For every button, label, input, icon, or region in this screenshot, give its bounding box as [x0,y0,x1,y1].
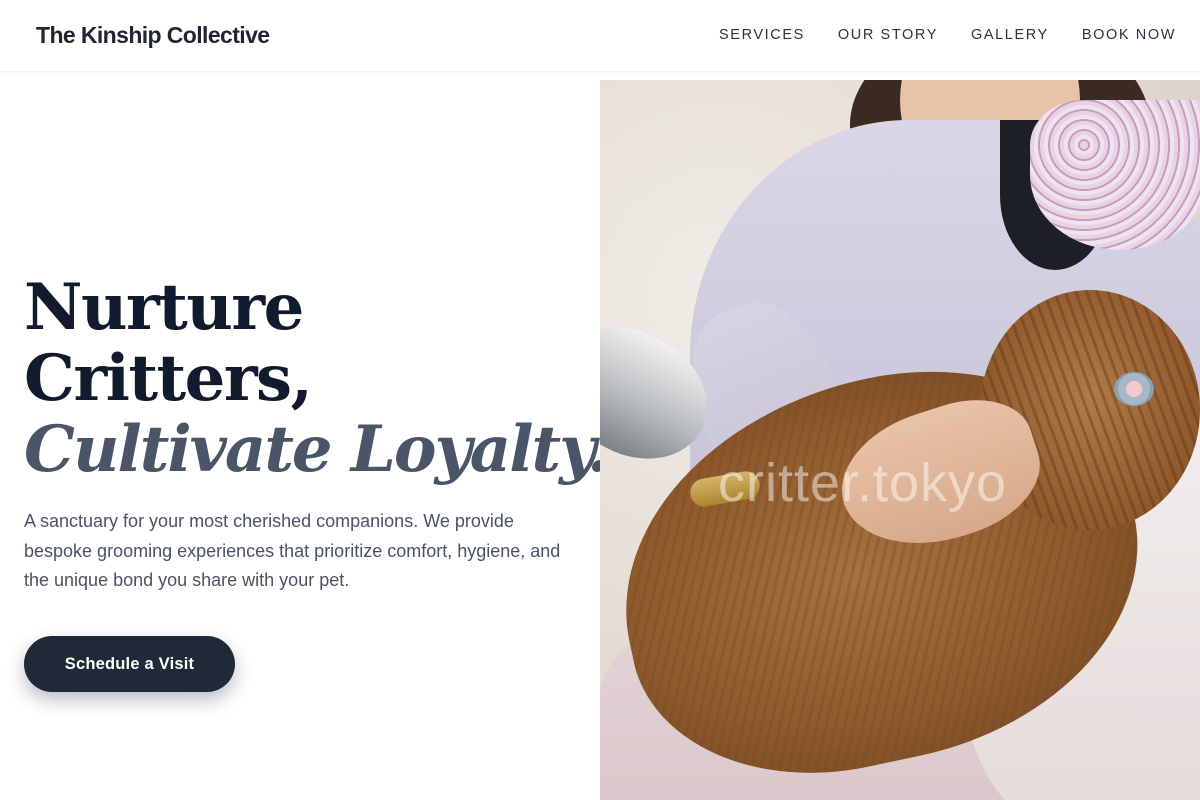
site-header: The Kinship Collective SERVICES OUR STOR… [0,0,1200,72]
nav-item-gallery: GALLERY [971,25,1049,45]
nav-link-gallery[interactable]: GALLERY [971,27,1049,43]
hero-headline: Nurture Critters, Cultivate Loyalty. [24,270,609,487]
nav-item-our-story: OUR STORY [838,25,938,45]
photo-watermark: critter.tokyo [718,453,1008,513]
nav-item-services: SERVICES [719,25,805,45]
headline-accent: Cultivate Loyalty. [24,412,609,487]
schedule-visit-button[interactable]: Schedule a Visit [24,636,235,692]
brand-logo-link[interactable]: The Kinship Collective [36,21,270,49]
nav-link-our-story[interactable]: OUR STORY [838,27,938,43]
landing-page: The Kinship Collective SERVICES OUR STOR… [0,0,1200,800]
main-nav: SERVICES OUR STORY GALLERY BOOK NOW [719,25,1176,45]
nav-item-book-now: BOOK NOW [1082,25,1176,45]
hero-description: A sanctuary for your most cherished comp… [24,511,561,590]
headline-line-1: Nurture [24,270,304,345]
photo-floral-collar [1030,100,1200,250]
headline-line-2: Critters, [24,341,313,416]
nav-link-book-now[interactable]: BOOK NOW [1082,27,1176,43]
hero-copy: Nurture Critters, Cultivate Loyalty. A s… [24,270,609,596]
photo-hair-bow [1114,372,1154,406]
hero-photo: critter.tokyo [600,80,1200,800]
nav-link-services[interactable]: SERVICES [719,27,805,43]
